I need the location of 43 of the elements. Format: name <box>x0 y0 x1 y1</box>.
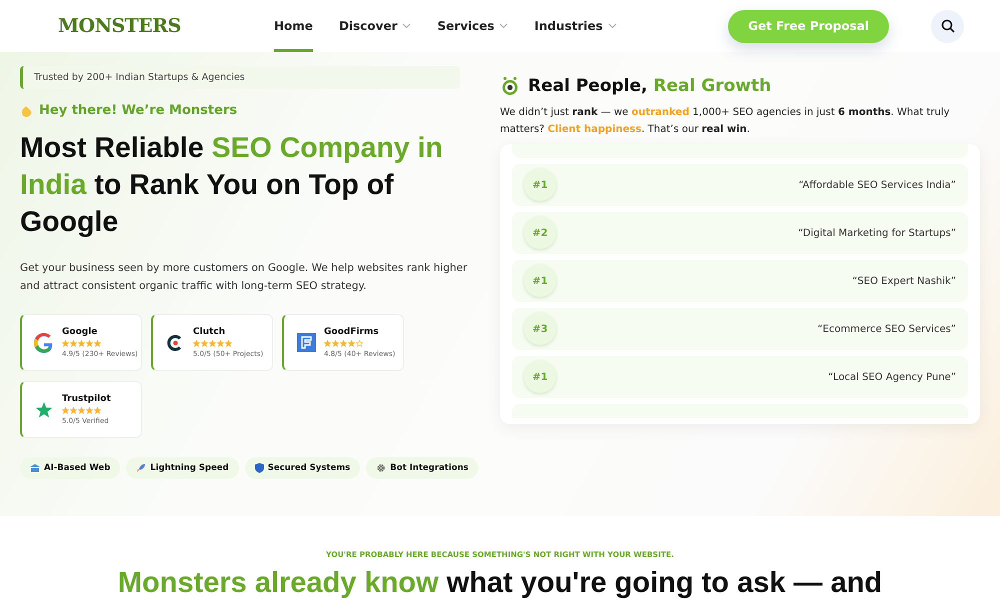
section-heading: Monsters already know what you're going to ask — and <box>118 567 882 600</box>
clutch-logo-icon <box>166 334 184 352</box>
logo[interactable]: MONSTERS <box>58 15 218 37</box>
rank-badge: #1 <box>524 361 556 393</box>
chevron-down-icon <box>499 23 508 29</box>
trust-banner: Trusted by 200+ Indian Startups & Agencies <box>20 66 460 89</box>
star-logo-icon <box>35 400 53 418</box>
growth-description: We didn’t just rank — we outranked 1,000+ SEO agencies in just 6 months. What truly matters? Client happiness. That’s our real win. <box>500 106 951 137</box>
review-platform: Trustpilot <box>62 394 111 404</box>
headline: Most Reliable SEO Company in India to Rank You on Top of Google <box>20 131 444 240</box>
shield-icon <box>254 463 264 473</box>
chevron-down-icon <box>608 23 617 29</box>
feature-chip: AI-Based Web <box>20 457 120 479</box>
review-platform: Clutch <box>193 327 226 337</box>
eye-monster-icon <box>500 76 520 96</box>
nav-link[interactable]: Services <box>437 0 508 52</box>
ranking-keyword: “Ecommerce SEO Services” <box>817 324 956 334</box>
search-icon <box>940 19 954 33</box>
ranking-keyword: “Affordable SEO Services India” <box>798 180 956 190</box>
ranking-keyword: “SEO Expert Nashik” <box>852 276 956 286</box>
rank-badge: #3 <box>524 313 556 345</box>
nav-link[interactable]: Discover <box>338 0 412 52</box>
gear-icon <box>376 463 386 473</box>
feature-chip: Secured Systems <box>244 457 360 479</box>
ranking-keyword: “Local SEO Agency Pune” <box>828 372 956 382</box>
nav-link[interactable]: Industries <box>534 0 617 52</box>
greeting: Hey there! We’re Monsters <box>39 103 238 118</box>
review-platform: GoodFirms <box>324 327 380 337</box>
goodfirms-logo-icon <box>296 333 316 352</box>
google-logo-icon <box>34 332 54 352</box>
building-icon <box>30 463 40 473</box>
chevron-down-icon <box>402 23 412 29</box>
section-title: Real People, Real Growth <box>528 76 772 96</box>
ranking-keyword: “Digital Marketing for Startups” <box>798 228 956 238</box>
feature-chip: Lightning Speed <box>126 457 239 479</box>
feature-chip: Bot Integrations <box>366 457 478 479</box>
review-platform: Google <box>62 327 98 337</box>
rocket-icon <box>136 463 146 473</box>
rank-badge: #2 <box>524 217 556 249</box>
description: Get your business seen by more customers on Google. We help websites rank higher and attract consistent organic traffic with long-term SEO strategy. <box>20 261 468 294</box>
rank-badge: #1 <box>524 169 556 201</box>
search-button[interactable] <box>931 10 964 42</box>
rank-badge: #1 <box>524 265 556 297</box>
